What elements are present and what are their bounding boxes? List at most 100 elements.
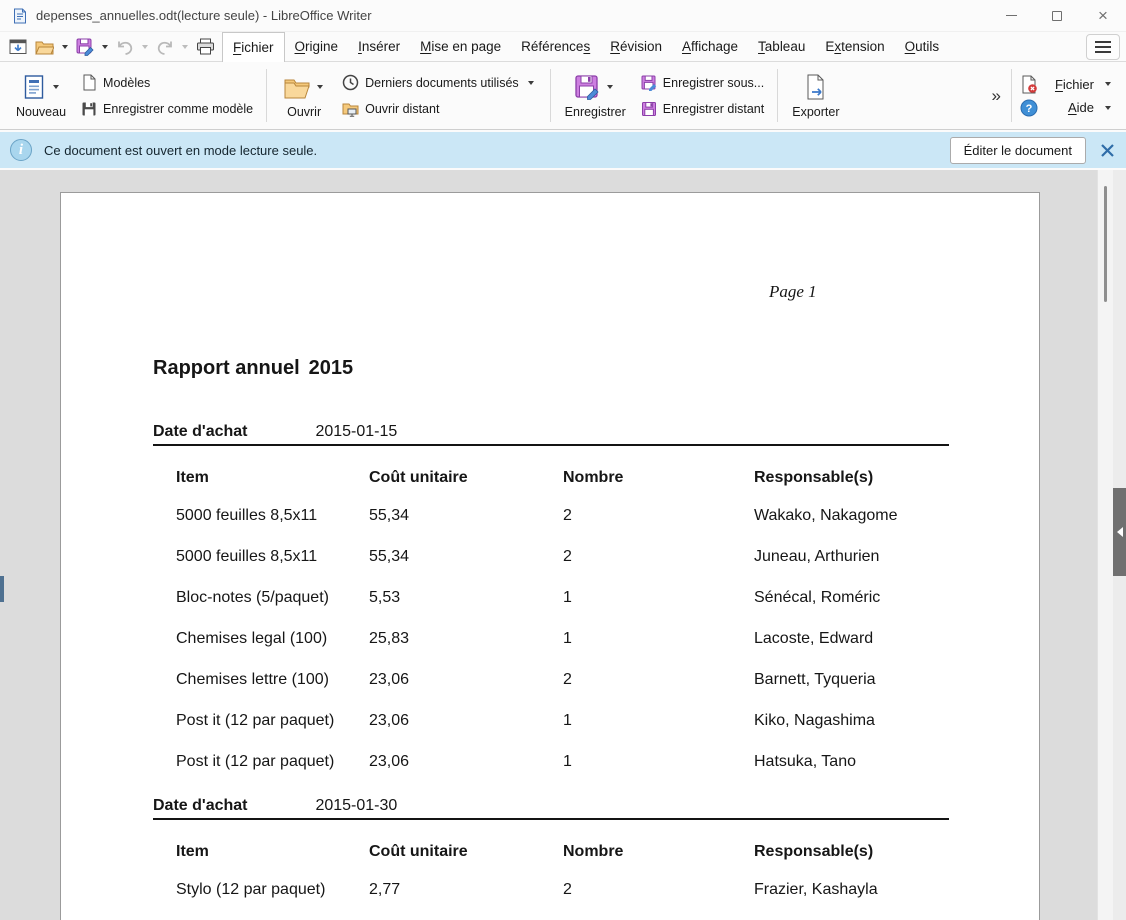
nouveau-label: Nouveau <box>16 105 66 119</box>
derniers-documents-button[interactable]: Derniers documents utilisés <box>337 72 542 93</box>
exporter-button[interactable]: Exporter <box>786 69 845 122</box>
open-button[interactable] <box>32 37 57 57</box>
print-button[interactable] <box>193 36 218 57</box>
help-icon: ? <box>1020 99 1038 117</box>
infobar-message: Ce document est ouvert en mode lecture s… <box>44 143 317 158</box>
menu-tableau[interactable]: Tableau <box>748 32 815 61</box>
menubar-options-button[interactable] <box>1086 34 1120 60</box>
enregistrer-dropdown-arrow-icon[interactable] <box>607 85 613 89</box>
cell-qty: 2 <box>563 670 754 711</box>
cell-cost: 23,06 <box>369 752 563 793</box>
save-dropdown-arrow-icon[interactable] <box>102 45 108 49</box>
ribbon-overflow-button[interactable]: » <box>984 82 1009 110</box>
save-icon <box>574 74 601 101</box>
cell-qty: 1 <box>563 588 754 629</box>
open-dropdown-arrow-icon[interactable] <box>62 45 68 49</box>
print-icon <box>196 38 215 55</box>
cell-item: 5000 feuilles 8,5x11 <box>176 506 369 547</box>
load-url-button[interactable] <box>6 37 30 57</box>
menu-origine[interactable]: Origine <box>285 32 349 61</box>
cell-cost: 23,06 <box>369 711 563 752</box>
header-cout-unitaire: Coût unitaire <box>369 469 563 506</box>
save-as-icon <box>641 75 657 91</box>
ouvrir-dropdown-arrow-icon[interactable] <box>317 85 323 89</box>
header-responsables: Responsable(s) <box>754 843 949 880</box>
edit-document-button[interactable]: Éditer le document <box>950 137 1086 164</box>
scrollbar-thumb[interactable] <box>1104 186 1107 302</box>
aide-menu-button[interactable]: ? Aide <box>1020 99 1114 117</box>
ouvrir-distant-button[interactable]: Ouvrir distant <box>337 99 542 119</box>
redo-button[interactable] <box>153 37 177 57</box>
menu-revision[interactable]: Révision <box>600 32 672 61</box>
maximize-icon <box>1052 11 1062 21</box>
redo-dropdown-arrow-icon[interactable] <box>182 45 188 49</box>
table-row: Chemises lettre (100) 23,06 2 Barnett, T… <box>176 670 949 711</box>
cell-cost: 55,34 <box>369 547 563 588</box>
save-remote-icon <box>641 101 657 117</box>
undo-button[interactable] <box>113 37 137 57</box>
minimize-button[interactable] <box>988 0 1034 31</box>
ouvrir-button[interactable]: Ouvrir <box>275 69 333 122</box>
menu-affichage[interactable]: Affichage <box>672 32 748 61</box>
save-button[interactable] <box>73 36 97 58</box>
menu-extension[interactable]: Extension <box>815 32 894 61</box>
cell-cost: 5,53 <box>369 588 563 629</box>
table-row: Bloc-notes (5/paquet) 5,53 1 Sénécal, Ro… <box>176 588 949 629</box>
derniers-documents-dropdown-arrow-icon[interactable] <box>528 81 534 85</box>
cell-responsible: Frazier, Kashayla <box>754 880 949 920</box>
enregistrer-comme-modele-button[interactable]: Enregistrer comme modèle <box>76 99 258 119</box>
fichier-dropdown-arrow-icon[interactable] <box>1105 82 1111 86</box>
close-button[interactable]: × <box>1080 0 1126 31</box>
undo-dropdown-arrow-icon[interactable] <box>142 45 148 49</box>
page-number-header: Page 1 <box>769 282 817 302</box>
enregistrer-comme-modele-label: Enregistrer comme modèle <box>103 102 253 116</box>
ribbon-separator <box>1011 69 1012 122</box>
header-cout-unitaire: Coût unitaire <box>369 843 563 880</box>
date-label: Date d'achat <box>153 422 311 442</box>
window-title: depenses_annuelles.odt(lecture seule) - … <box>36 8 372 23</box>
cell-responsible: Lacoste, Edward <box>754 629 949 670</box>
new-document-icon <box>21 74 47 100</box>
enregistrer-distant-label: Enregistrer distant <box>663 102 764 116</box>
export-icon <box>804 74 827 100</box>
table-header-row: Item Coût unitaire Nombre Responsable(s) <box>176 469 949 506</box>
cell-responsible: Sénécal, Roméric <box>754 588 949 629</box>
ribbon-group-export: Exporter <box>780 62 851 129</box>
document-view-area: Page 1 Rapport annuel2015 Date d'achat 2… <box>0 170 1126 920</box>
left-edge-marker <box>0 576 4 602</box>
document-page[interactable]: Page 1 Rapport annuel2015 Date d'achat 2… <box>60 192 1040 920</box>
menu-references[interactable]: Références <box>511 32 600 61</box>
info-icon: i <box>10 139 32 161</box>
menu-mise-en-page[interactable]: Mise en page <box>410 32 511 61</box>
save-icon <box>76 38 94 56</box>
nouveau-button[interactable]: Nouveau <box>10 69 72 122</box>
fichier-menu-button[interactable]: Fichier <box>1020 75 1114 94</box>
enregistrer-button[interactable]: Enregistrer <box>559 69 632 122</box>
cell-item: Post it (12 par paquet) <box>176 752 369 793</box>
cell-item: 5000 feuilles 8,5x11 <box>176 547 369 588</box>
cell-responsible: Juneau, Arthurien <box>754 547 949 588</box>
header-item: Item <box>176 469 369 506</box>
cell-qty: 1 <box>563 629 754 670</box>
purchase-date-row: Date d'achat 2015-01-15 <box>153 422 949 442</box>
undo-icon <box>116 39 134 55</box>
open-folder-icon <box>35 39 54 55</box>
aide-menu-label: Aide <box>1046 100 1094 115</box>
modeles-button[interactable]: Modèles <box>76 72 258 93</box>
infobar-close-button[interactable] <box>1096 139 1118 161</box>
enregistrer-sous-button[interactable]: Enregistrer sous... <box>636 73 769 93</box>
menu-fichier[interactable]: Fichier <box>222 32 285 62</box>
ribbon-group-new: Nouveau Modèles Enregistrer comme modèle <box>4 62 264 129</box>
sidebar-toggle-button[interactable] <box>1113 488 1126 576</box>
table-row: Post it (12 par paquet) 23,06 1 Hatsuka,… <box>176 752 949 793</box>
nouveau-dropdown-arrow-icon[interactable] <box>53 85 59 89</box>
cell-item: Stylo (12 par paquet) <box>176 880 369 920</box>
table-header-row: Item Coût unitaire Nombre Responsable(s) <box>176 843 949 880</box>
menu-outils[interactable]: Outils <box>895 32 950 61</box>
enregistrer-distant-button[interactable]: Enregistrer distant <box>636 99 769 119</box>
fichier-menu-label: Fichier <box>1046 77 1094 92</box>
maximize-button[interactable] <box>1034 0 1080 31</box>
menu-inserer[interactable]: Insérer <box>348 32 410 61</box>
enregistrer-label: Enregistrer <box>565 105 626 119</box>
aide-dropdown-arrow-icon[interactable] <box>1105 106 1111 110</box>
